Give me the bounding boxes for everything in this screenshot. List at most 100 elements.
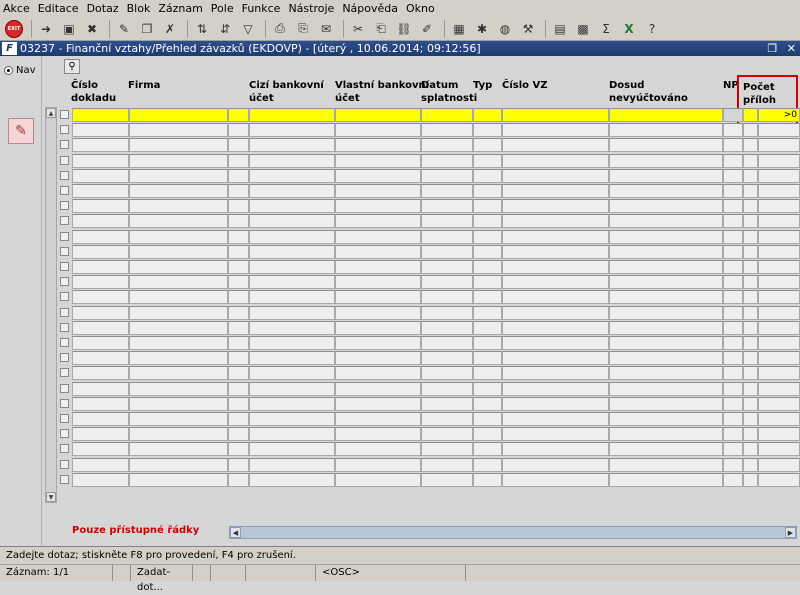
table-cell[interactable] bbox=[743, 244, 758, 259]
table-cell[interactable] bbox=[421, 305, 473, 320]
table-row[interactable] bbox=[58, 305, 800, 320]
table-cell[interactable] bbox=[72, 412, 129, 426]
table-cell[interactable] bbox=[473, 442, 502, 457]
cut-button[interactable]: ✂ bbox=[348, 19, 368, 39]
table-cell[interactable] bbox=[723, 366, 743, 381]
table-cell[interactable] bbox=[249, 381, 335, 396]
table-cell[interactable] bbox=[473, 153, 502, 168]
row-checkbox[interactable] bbox=[60, 110, 69, 119]
table-cell[interactable] bbox=[502, 457, 609, 472]
table-cell[interactable] bbox=[129, 381, 228, 396]
table-cell[interactable] bbox=[609, 305, 723, 320]
table-cell[interactable] bbox=[743, 214, 758, 229]
table-cell[interactable] bbox=[723, 123, 743, 138]
table-cell[interactable] bbox=[758, 123, 800, 138]
table-row[interactable] bbox=[58, 351, 800, 366]
menu-akce[interactable]: Akce bbox=[3, 2, 30, 15]
table-cell[interactable] bbox=[609, 123, 723, 138]
table-cell[interactable] bbox=[473, 123, 502, 138]
table-cell[interactable] bbox=[473, 472, 502, 487]
table-cell[interactable] bbox=[129, 123, 228, 138]
table-row[interactable] bbox=[58, 260, 800, 274]
horizontal-scrollbar[interactable]: ◀ ▶ bbox=[229, 526, 797, 539]
tools-button[interactable]: ⚒ bbox=[518, 19, 538, 39]
table-cell[interactable] bbox=[473, 214, 502, 229]
table-cell[interactable] bbox=[723, 320, 743, 335]
table-cell[interactable] bbox=[421, 244, 473, 259]
table-cell[interactable] bbox=[723, 412, 743, 426]
table-cell[interactable] bbox=[72, 366, 129, 381]
table-cell[interactable] bbox=[502, 381, 609, 396]
table-cell[interactable] bbox=[228, 108, 249, 122]
table-cell[interactable] bbox=[758, 396, 800, 411]
table-cell[interactable] bbox=[758, 275, 800, 290]
table-cell[interactable] bbox=[473, 320, 502, 335]
table-cell[interactable] bbox=[743, 290, 758, 305]
table-cell[interactable] bbox=[421, 351, 473, 366]
table-cell[interactable] bbox=[743, 427, 758, 442]
table-cell[interactable] bbox=[743, 199, 758, 214]
copy-button[interactable]: ❐ bbox=[137, 19, 157, 39]
table-cell[interactable] bbox=[129, 290, 228, 305]
mail-button[interactable]: ✉ bbox=[316, 19, 336, 39]
table-cell[interactable] bbox=[335, 412, 421, 426]
table-cell[interactable] bbox=[743, 366, 758, 381]
table-cell[interactable] bbox=[129, 184, 228, 198]
row-checkbox[interactable] bbox=[60, 307, 69, 317]
table-cell[interactable] bbox=[421, 199, 473, 214]
row-checkbox[interactable] bbox=[60, 414, 69, 423]
table-cell[interactable] bbox=[502, 214, 609, 229]
table-cell[interactable] bbox=[743, 138, 758, 153]
table-cell[interactable] bbox=[72, 457, 129, 472]
table-cell[interactable] bbox=[502, 442, 609, 457]
row-checkbox[interactable] bbox=[60, 322, 69, 332]
table-cell[interactable] bbox=[743, 457, 758, 472]
table-cell[interactable] bbox=[758, 320, 800, 335]
table-cell[interactable] bbox=[421, 336, 473, 350]
excel-button[interactable]: X bbox=[619, 19, 639, 39]
table-cell[interactable] bbox=[473, 305, 502, 320]
table-row[interactable] bbox=[58, 290, 800, 305]
table-cell[interactable] bbox=[249, 351, 335, 366]
table-cell[interactable] bbox=[473, 351, 502, 366]
table-cell[interactable] bbox=[723, 290, 743, 305]
table-cell[interactable] bbox=[473, 229, 502, 244]
table-cell[interactable] bbox=[249, 412, 335, 426]
table-cell[interactable] bbox=[72, 108, 129, 122]
table-cell[interactable] bbox=[609, 108, 723, 122]
table-cell[interactable] bbox=[421, 229, 473, 244]
row-checkbox[interactable] bbox=[60, 155, 69, 165]
row-checkbox[interactable] bbox=[60, 383, 69, 393]
table-cell[interactable] bbox=[421, 168, 473, 183]
table-cell[interactable] bbox=[228, 351, 249, 366]
table-cell[interactable] bbox=[609, 275, 723, 290]
table-cell[interactable] bbox=[249, 305, 335, 320]
table-cell[interactable] bbox=[609, 168, 723, 183]
table-cell[interactable] bbox=[129, 229, 228, 244]
table-cell[interactable] bbox=[473, 138, 502, 153]
table-cell[interactable] bbox=[743, 351, 758, 366]
row-checkbox[interactable] bbox=[60, 338, 69, 347]
table-cell[interactable] bbox=[129, 442, 228, 457]
vertical-scrollbar[interactable]: ▲ ▼ bbox=[45, 107, 57, 503]
calc-button[interactable]: ▦ bbox=[449, 19, 469, 39]
table-cell[interactable] bbox=[723, 214, 743, 229]
menu-editace[interactable]: Editace bbox=[38, 2, 79, 15]
row-checkbox[interactable] bbox=[60, 444, 69, 454]
table-cell[interactable] bbox=[723, 472, 743, 487]
table-cell[interactable] bbox=[335, 138, 421, 153]
table-cell[interactable] bbox=[249, 244, 335, 259]
report-button[interactable]: ▤ bbox=[550, 19, 570, 39]
table-cell[interactable] bbox=[72, 336, 129, 350]
table-cell[interactable] bbox=[743, 381, 758, 396]
table-row[interactable] bbox=[58, 396, 800, 411]
table-cell[interactable] bbox=[335, 199, 421, 214]
save-button[interactable]: ➜ bbox=[36, 19, 56, 39]
table-cell[interactable] bbox=[421, 260, 473, 274]
table-cell[interactable] bbox=[723, 427, 743, 442]
table-cell[interactable] bbox=[758, 214, 800, 229]
table-cell[interactable] bbox=[249, 396, 335, 411]
table-cell[interactable] bbox=[743, 168, 758, 183]
wrench-icon[interactable]: ⚲ bbox=[64, 59, 80, 74]
table-cell[interactable] bbox=[421, 123, 473, 138]
